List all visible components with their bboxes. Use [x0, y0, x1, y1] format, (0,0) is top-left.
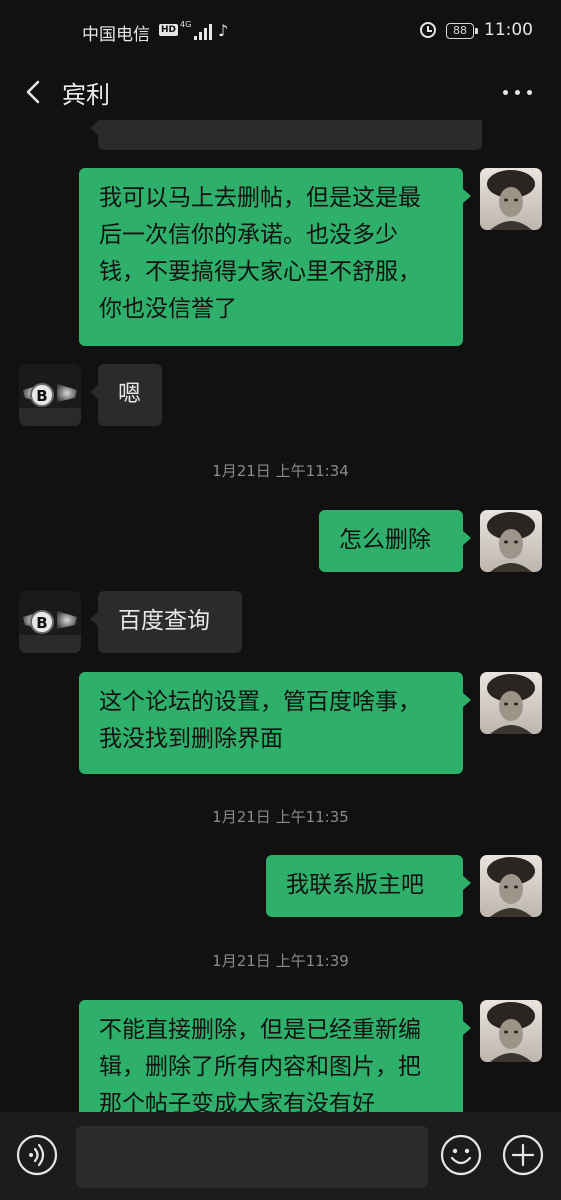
- message-bubble-sent: 怎么删除: [319, 510, 471, 572]
- bentley-logo-icon: B: [19, 591, 81, 653]
- my-avatar[interactable]: [480, 1000, 542, 1062]
- status-bar: 中国电信 HD 4G ♪ 88 11:00: [0, 0, 561, 64]
- my-avatar[interactable]: [480, 672, 542, 734]
- signal-icon: 4G: [180, 20, 214, 40]
- my-avatar[interactable]: [480, 855, 542, 917]
- message-bubble-sent: 我可以马上去删帖，但是这是最后一次信你的承诺。也没多少钱，不要搞得大家心里不舒服…: [79, 168, 471, 346]
- contact-avatar[interactable]: B: [19, 364, 81, 426]
- input-bar: [0, 1112, 561, 1200]
- message-bubble-sent: 这个论坛的设置，管百度啥事，我没找到删除界面: [79, 672, 471, 774]
- message-bubble-partial: [90, 120, 482, 150]
- portrait-icon: [480, 510, 542, 572]
- my-avatar[interactable]: [480, 510, 542, 572]
- carrier-name: 中国电信: [82, 25, 150, 45]
- emoji-icon[interactable]: [440, 1134, 482, 1176]
- battery-icon: 88: [446, 23, 478, 39]
- chat-area[interactable]: 我可以马上去删帖，但是这是最后一次信你的承诺。也没多少钱，不要搞得大家心里不舒服…: [0, 120, 561, 1112]
- message-bubble-sent: 我联系版主吧: [266, 855, 471, 917]
- voice-icon[interactable]: [16, 1134, 58, 1176]
- plus-icon[interactable]: [502, 1134, 544, 1176]
- hd-badge: HD: [159, 24, 179, 36]
- my-avatar[interactable]: [480, 168, 542, 230]
- portrait-icon: [480, 1000, 542, 1062]
- network-type: 4G: [180, 20, 192, 29]
- portrait-icon: [480, 855, 542, 917]
- message-bubble-received: 百度查询: [90, 591, 242, 653]
- chevron-left-icon[interactable]: [20, 78, 48, 106]
- bentley-logo-icon: B: [19, 364, 81, 426]
- message-timestamp: 1月21日 上午11:39: [212, 952, 349, 970]
- message-bubble-sent: 不能直接删除，但是已经重新编辑，删除了所有内容和图片，把那个帖子变成大家有没有好: [79, 1000, 471, 1112]
- chat-header: 宾利: [0, 64, 561, 120]
- chat-title: 宾利: [62, 81, 110, 109]
- status-time: 11:00: [484, 20, 533, 40]
- portrait-icon: [480, 672, 542, 734]
- message-bubble-received: 嗯: [90, 364, 162, 426]
- more-dots-icon[interactable]: [503, 90, 533, 96]
- portrait-icon: [480, 168, 542, 230]
- message-input[interactable]: [76, 1126, 428, 1188]
- contact-avatar[interactable]: B: [19, 591, 81, 653]
- message-timestamp: 1月21日 上午11:34: [212, 462, 349, 480]
- tiktok-icon: ♪: [218, 21, 229, 40]
- svg-text:B: B: [36, 614, 47, 632]
- alarm-icon: [420, 22, 436, 38]
- message-timestamp: 1月21日 上午11:35: [212, 808, 349, 826]
- svg-text:B: B: [36, 387, 47, 405]
